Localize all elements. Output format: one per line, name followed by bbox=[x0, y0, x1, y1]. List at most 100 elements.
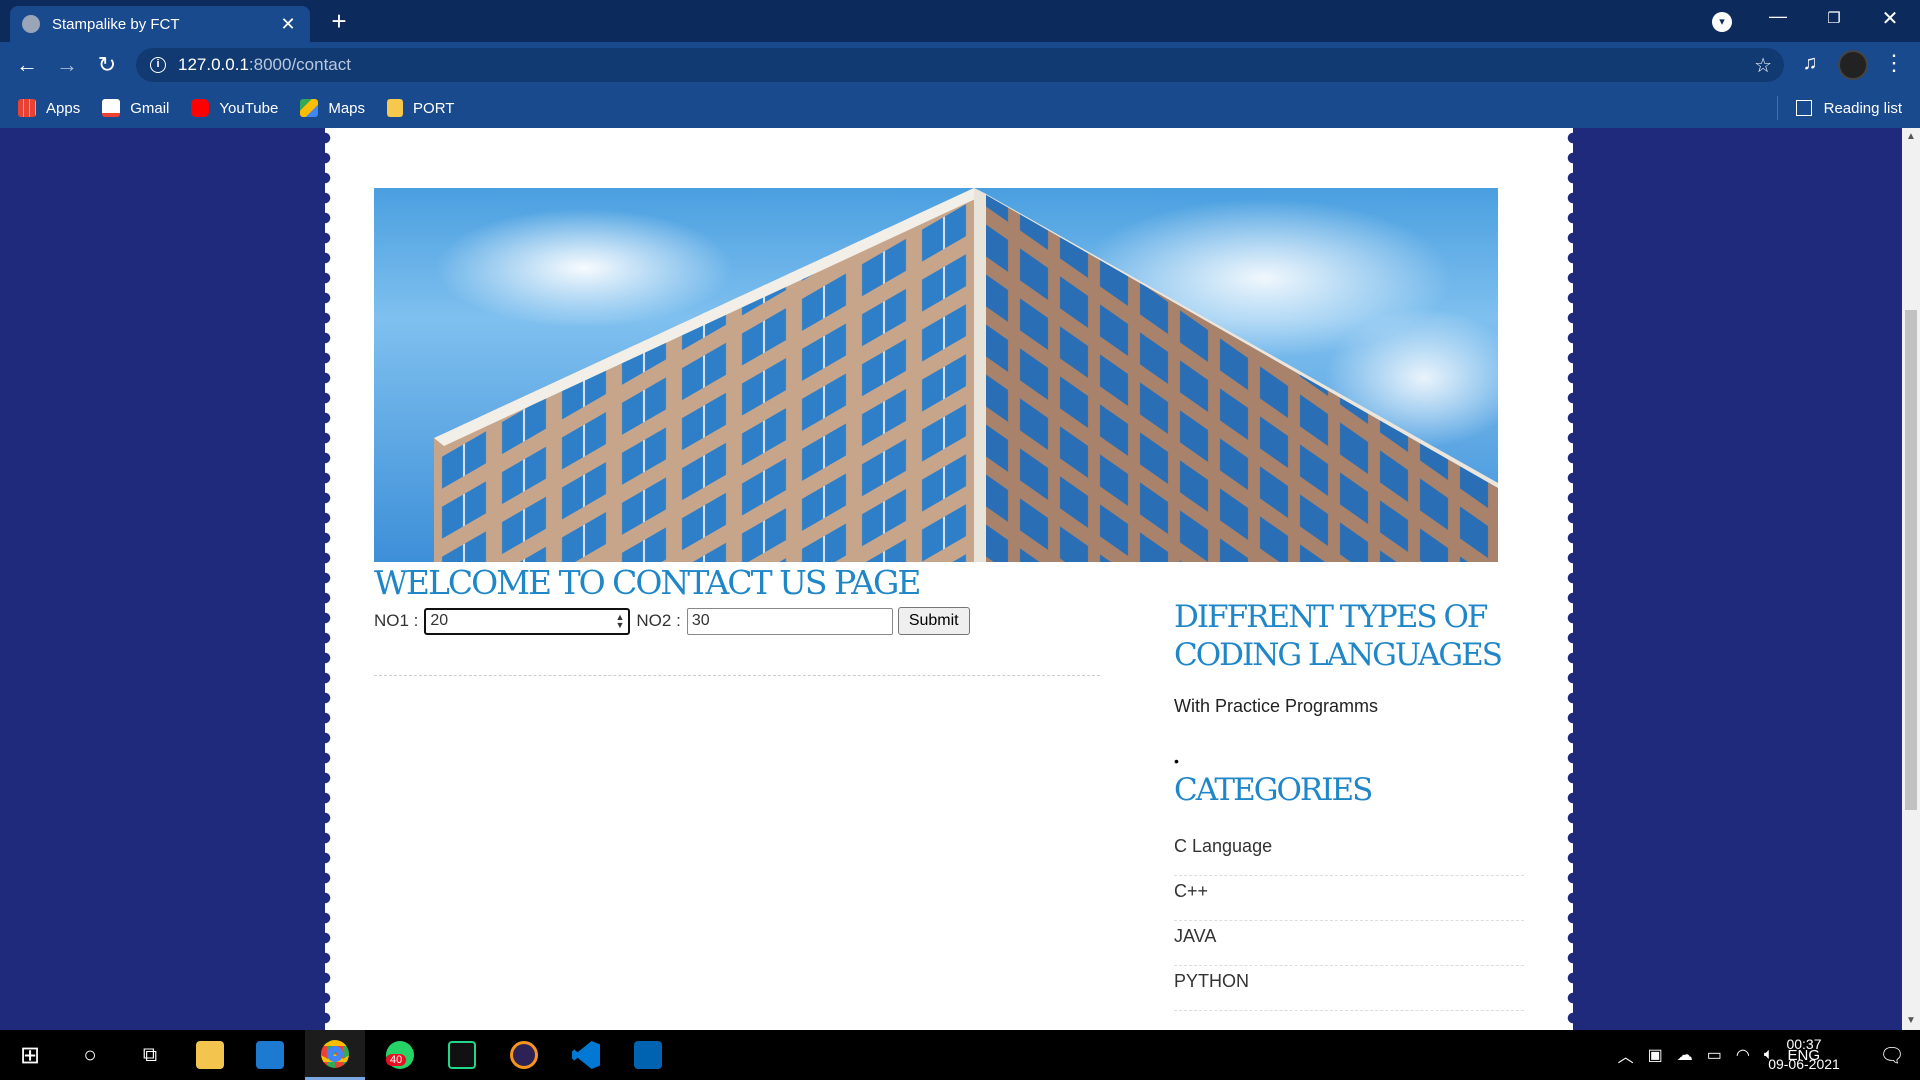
url-path: :8000/contact bbox=[248, 55, 351, 74]
photos-logo-icon bbox=[634, 1041, 662, 1069]
clock-date: 09-06-2021 bbox=[1768, 1056, 1840, 1072]
divider bbox=[374, 675, 1100, 676]
sidebar: DIFFRENT TYPES OF CODING LANGUAGES With … bbox=[1174, 598, 1524, 1011]
new-tab-button[interactable]: + bbox=[326, 8, 352, 34]
reading-list-label: Reading list bbox=[1823, 99, 1902, 117]
bookmark-maps[interactable]: Maps bbox=[300, 99, 365, 117]
browser-toolbar: ← → ↻ i 127.0.0.1 :8000/contact ☆ ♫ ⋮ bbox=[0, 42, 1920, 88]
category-list: C Language C++ JAVA PYTHON bbox=[1174, 831, 1524, 1011]
photos-app-icon[interactable] bbox=[618, 1030, 678, 1080]
reading-list-button[interactable]: Reading list bbox=[1776, 96, 1902, 120]
no1-number-input[interactable]: 20 ▲ ▼ bbox=[424, 607, 631, 635]
stamp-perforation-right bbox=[1567, 128, 1579, 1030]
no2-input[interactable]: 30 bbox=[686, 607, 893, 635]
reload-icon[interactable]: ↻ bbox=[92, 50, 122, 80]
bookmark-youtube[interactable]: YouTube bbox=[191, 99, 278, 117]
menu-kebab-icon[interactable]: ⋮ bbox=[1880, 50, 1908, 76]
mail-app-icon[interactable] bbox=[240, 1030, 300, 1080]
forward-arrow-icon[interactable]: → bbox=[52, 50, 82, 80]
back-arrow-icon[interactable]: ← bbox=[12, 50, 42, 80]
bookmark-label: Maps bbox=[328, 99, 366, 117]
maps-icon bbox=[300, 99, 319, 117]
mail-icon bbox=[256, 1041, 284, 1069]
sidebar-title: DIFFRENT TYPES OF CODING LANGUAGES bbox=[1174, 599, 1503, 673]
bookmark-label: YouTube bbox=[219, 99, 279, 117]
bookmarks-bar: Apps Gmail YouTube Maps PORT Reading lis… bbox=[0, 88, 1920, 128]
apps-grid-icon bbox=[18, 99, 36, 117]
vscode-icon[interactable] bbox=[556, 1030, 616, 1080]
notification-badge: 40 bbox=[386, 1054, 407, 1066]
page-viewport: WELCOME TO CONTACT US PAGE NO1 : 20 ▲ ▼ N… bbox=[0, 128, 1902, 1030]
bookmark-star-icon[interactable]: ☆ bbox=[1754, 53, 1772, 78]
eclipse-logo-icon bbox=[510, 1041, 538, 1069]
tab-title: Stampalike by FCT bbox=[52, 15, 180, 33]
category-item-python[interactable]: PYTHON bbox=[1174, 966, 1524, 1011]
category-item-java[interactable]: JAVA bbox=[1174, 921, 1524, 966]
chrome-icon[interactable] bbox=[305, 1030, 365, 1080]
youtube-icon bbox=[191, 99, 210, 117]
stamp-perforation-left bbox=[319, 128, 331, 1030]
globe-icon bbox=[22, 15, 40, 33]
folder-icon bbox=[196, 1041, 224, 1069]
pycharm-logo-icon bbox=[448, 1041, 476, 1069]
meet-now-icon[interactable]: ▣ bbox=[1648, 1045, 1663, 1065]
file-explorer-icon[interactable] bbox=[180, 1030, 240, 1080]
no2-label: NO2 : bbox=[636, 611, 681, 630]
submit-button[interactable]: Submit bbox=[897, 607, 970, 635]
system-clock[interactable]: 00:37 09-06-2021 bbox=[1762, 1034, 1846, 1074]
restore-button[interactable]: ❐ bbox=[1814, 9, 1854, 27]
page-title: WELCOME TO CONTACT US PAGE bbox=[374, 563, 921, 602]
clock-time: 00:37 bbox=[1786, 1036, 1822, 1052]
vscode-logo-icon bbox=[572, 1041, 600, 1069]
battery-icon[interactable]: ▭ bbox=[1707, 1045, 1722, 1065]
window-close-button[interactable]: ✕ bbox=[1870, 6, 1910, 31]
browser-tab[interactable]: Stampalike by FCT ✕ bbox=[10, 6, 310, 42]
folder-icon bbox=[387, 99, 404, 117]
address-bar[interactable]: i 127.0.0.1 :8000/contact ☆ bbox=[136, 48, 1784, 82]
no2-value: 30 bbox=[691, 612, 710, 629]
wifi-icon[interactable]: ◠ bbox=[1736, 1045, 1750, 1065]
spinner-arrows-icon[interactable]: ▲ ▼ bbox=[615, 613, 624, 630]
building-illustration bbox=[434, 188, 1498, 562]
url-host: 127.0.0.1 bbox=[178, 55, 249, 74]
hero-building-image bbox=[374, 188, 1498, 562]
tab-search-icon[interactable]: ▾ bbox=[1712, 12, 1732, 32]
search-circle-icon[interactable]: ○ bbox=[60, 1030, 120, 1080]
info-icon[interactable]: i bbox=[150, 57, 166, 73]
scroll-up-arrow-icon[interactable]: ▲ bbox=[1902, 128, 1920, 146]
windows-start-icon[interactable]: ⊞ bbox=[0, 1030, 60, 1080]
task-view-icon[interactable]: ⧉ bbox=[120, 1030, 180, 1080]
onedrive-cloud-icon[interactable]: ☁ bbox=[1677, 1045, 1693, 1065]
windows-taskbar: ⊞ ○ ⧉ 40 ︿ ▣ ☁ ▭ ◠ 🔈︎ ENG 00:37 09-06-20… bbox=[0, 1030, 1920, 1080]
sidebar-description: With Practice Programms bbox=[1174, 696, 1379, 716]
bookmark-port[interactable]: PORT bbox=[387, 99, 454, 117]
category-item-cpp[interactable]: C++ bbox=[1174, 876, 1524, 921]
notification-center-icon[interactable]: 🗨︎ bbox=[1862, 1030, 1920, 1080]
gmail-icon bbox=[102, 99, 121, 117]
scroll-down-arrow-icon[interactable]: ▼ bbox=[1902, 1012, 1920, 1030]
tab-close-icon[interactable]: ✕ bbox=[278, 14, 298, 35]
category-item-c-language[interactable]: C Language bbox=[1174, 831, 1524, 876]
bookmark-label: Apps bbox=[46, 99, 81, 117]
reading-list-icon bbox=[1795, 100, 1812, 116]
bookmark-apps[interactable]: Apps bbox=[18, 99, 80, 117]
number-form: NO1 : 20 ▲ ▼ NO2 : 30 Submit bbox=[374, 607, 970, 635]
categories-title: CATEGORIES bbox=[1174, 772, 1373, 808]
profile-avatar[interactable] bbox=[1838, 50, 1868, 80]
bookmark-label: Gmail bbox=[130, 99, 170, 117]
stamp-content-card: WELCOME TO CONTACT US PAGE NO1 : 20 ▲ ▼ N… bbox=[319, 128, 1579, 1030]
media-control-icon[interactable]: ♫ bbox=[1796, 52, 1824, 75]
eclipse-icon[interactable] bbox=[494, 1030, 554, 1080]
scroll-thumb[interactable] bbox=[1905, 310, 1917, 810]
no1-value: 20 bbox=[430, 612, 449, 629]
list-bullet: • bbox=[1174, 753, 1179, 769]
chevron-up-icon[interactable]: ︿ bbox=[1618, 1043, 1634, 1067]
pycharm-icon[interactable] bbox=[432, 1030, 492, 1080]
tab-strip: Stampalike by FCT ✕ + ▾ — ❐ ✕ bbox=[0, 0, 1920, 42]
bookmark-label: PORT bbox=[413, 99, 455, 117]
bookmark-gmail[interactable]: Gmail bbox=[102, 99, 169, 117]
no1-label: NO1 : bbox=[374, 611, 419, 630]
minimize-button[interactable]: — bbox=[1758, 6, 1798, 27]
vertical-scrollbar[interactable]: ▲ ▼ bbox=[1902, 128, 1920, 1030]
chrome-logo-icon bbox=[321, 1039, 349, 1068]
